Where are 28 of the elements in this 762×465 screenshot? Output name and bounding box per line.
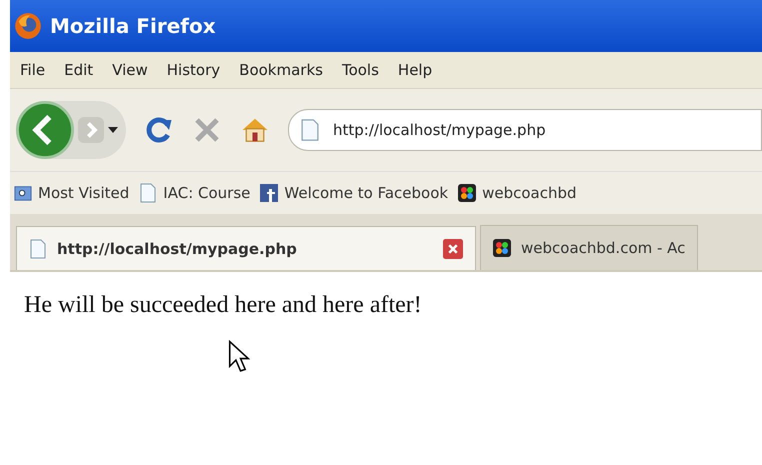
dropdown-icon[interactable] [108, 127, 118, 133]
page-text: He will be succeeded here and here after! [24, 292, 422, 319]
window-title: Mozilla Firefox [50, 14, 216, 38]
menu-item[interactable]: Tools [342, 61, 379, 79]
browser-tab[interactable]: http://localhost/mypage.php [16, 226, 476, 270]
menu-item[interactable]: Edit [64, 61, 94, 79]
mosaic-icon [493, 238, 511, 258]
reload-icon[interactable] [144, 115, 174, 145]
page-icon [301, 118, 319, 142]
page-icon [139, 183, 158, 203]
page-icon [29, 238, 47, 258]
menu-item[interactable]: Help [398, 61, 432, 79]
mosaic-icon [458, 183, 476, 203]
menu-item[interactable]: Bookmarks [239, 61, 323, 79]
browser-tab[interactable]: webcoachbd.com - Ac [480, 225, 698, 270]
firefox-icon [14, 12, 42, 40]
menu-item[interactable]: View [112, 61, 148, 79]
bookmark-item[interactable]: Welcome to Facebook [260, 183, 448, 203]
cursor-icon [228, 340, 250, 374]
back-button[interactable] [16, 101, 74, 159]
bookmark-item[interactable]: IAC: Course [139, 183, 250, 203]
bookmark-item[interactable]: webcoachbd [458, 183, 577, 203]
bookmark-item[interactable]: Most Visited [14, 183, 130, 203]
address-bar[interactable]: http://localhost/mypage.php [288, 109, 762, 151]
facebook-icon [260, 183, 278, 203]
menu-item[interactable]: History [166, 61, 220, 79]
menu-item[interactable]: File [20, 61, 46, 79]
close-icon[interactable] [443, 238, 463, 258]
